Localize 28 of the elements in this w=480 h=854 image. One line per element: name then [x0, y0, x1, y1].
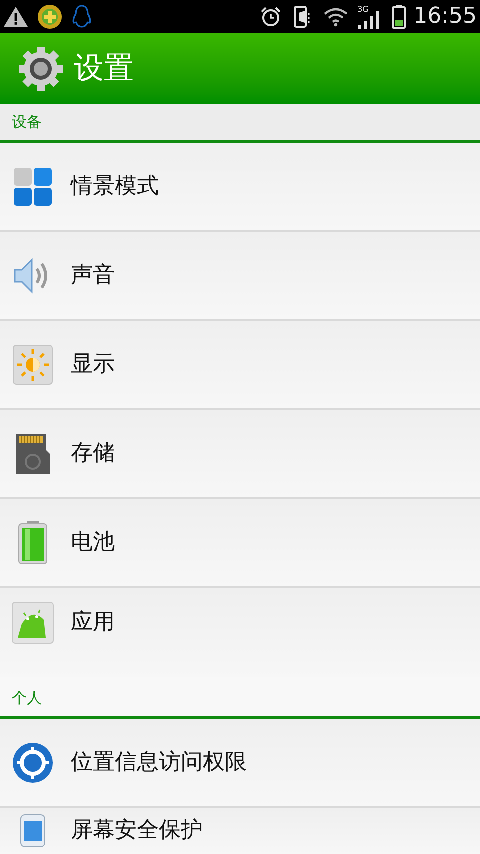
section-header: 个人	[12, 688, 42, 710]
android-robot-icon	[12, 602, 54, 644]
battery-icon	[16, 520, 50, 564]
shield-plus-icon	[37, 4, 63, 30]
gear-icon	[18, 46, 64, 92]
clock-time: 16:55	[414, 6, 477, 28]
alarm-clock-icon	[260, 6, 282, 28]
settings-item[interactable]: 存储	[0, 410, 480, 499]
battery-icon	[392, 4, 406, 28]
settings-item[interactable]: 情景模式	[0, 143, 480, 232]
warning-icon	[3, 4, 29, 28]
settings-item[interactable]: 应用	[0, 588, 480, 677]
target-icon	[12, 742, 54, 784]
penguin-icon	[71, 4, 93, 30]
memory-card-icon	[13, 432, 53, 474]
grid-tiles-icon	[13, 166, 53, 206]
sun-icon	[13, 344, 53, 384]
settings-item[interactable]: 显示	[0, 321, 480, 410]
screen-title: 设置	[74, 54, 134, 84]
phone-icon	[20, 814, 46, 848]
settings-item[interactable]: 电池	[0, 499, 480, 588]
signal-icon	[358, 10, 382, 28]
section-header: 设备	[12, 112, 42, 133]
settings-item[interactable]: 位置信息访问权限	[0, 719, 480, 808]
network-type-label: 3G	[358, 6, 369, 14]
settings-item[interactable]: 声音	[0, 232, 480, 321]
settings-item[interactable]: 屏幕安全保护	[0, 808, 480, 854]
wifi-icon	[324, 6, 348, 26]
